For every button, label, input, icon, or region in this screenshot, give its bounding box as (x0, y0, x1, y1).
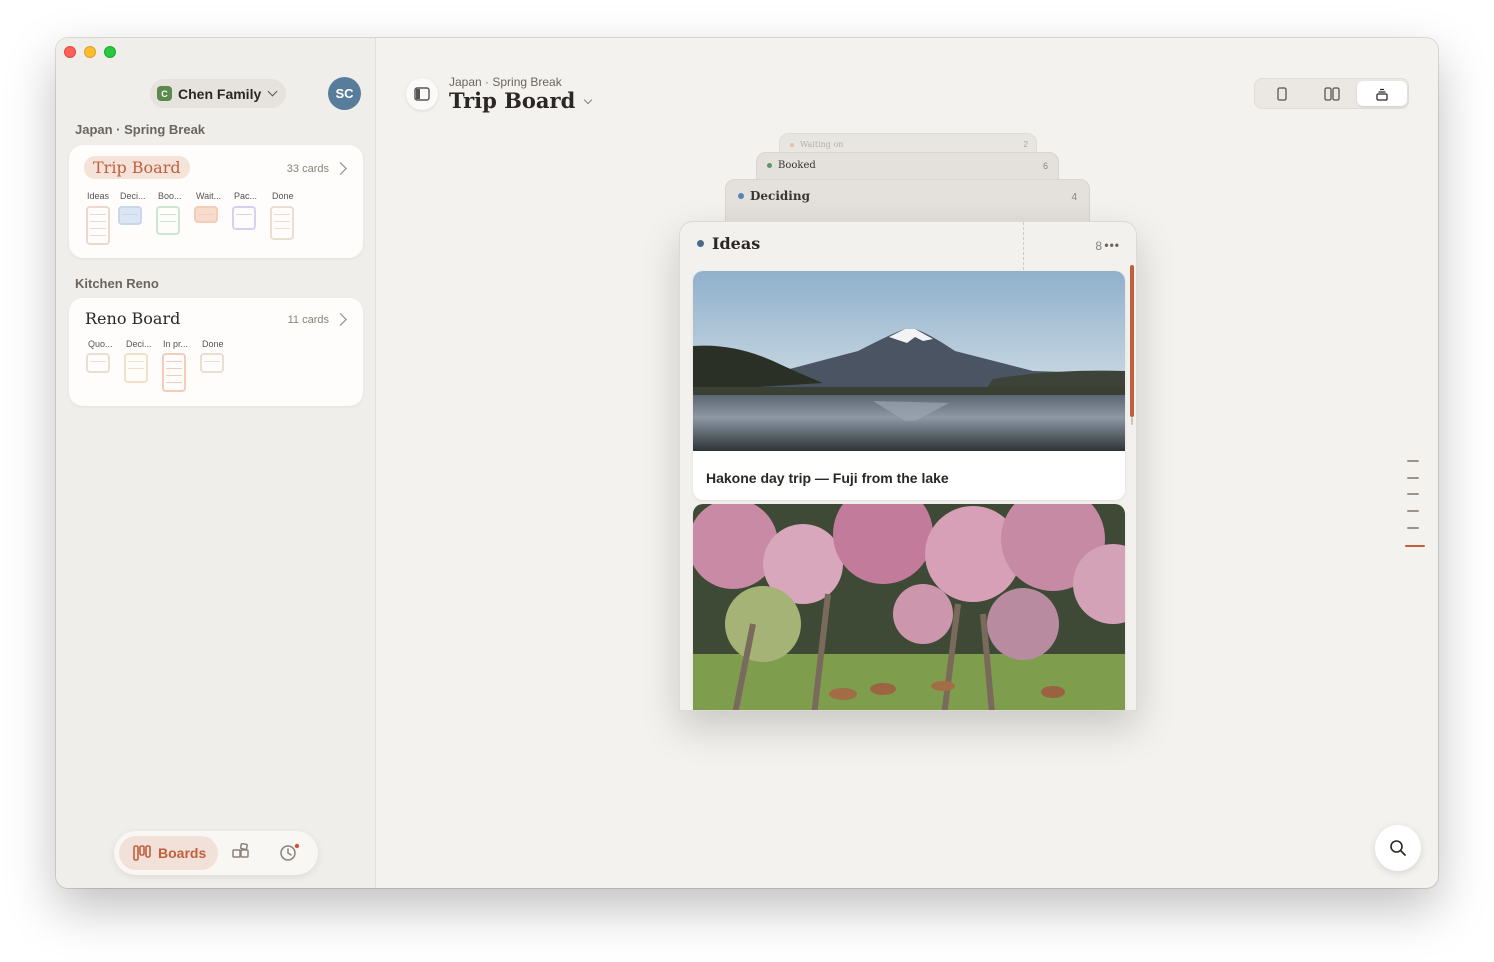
search-button[interactable] (1375, 825, 1421, 871)
chevron-right-icon (334, 313, 347, 326)
scrollbar-thumb[interactable] (1130, 265, 1134, 417)
sidebar-toggle-button[interactable] (406, 78, 438, 110)
column-title: Ideas (712, 234, 761, 253)
chevron-down-icon (267, 86, 278, 97)
scrubber-tick-active[interactable] (1405, 545, 1425, 547)
boards-icon (133, 845, 151, 861)
mini-column-stack (86, 206, 110, 245)
page-title[interactable]: Trip Board (449, 88, 593, 113)
stack-column-name: Deciding (750, 189, 810, 203)
mini-column-stack (194, 206, 218, 223)
board-card-count: 11 cards (287, 314, 329, 326)
app-window: C Chen Family SC Japan · Spring Break Tr… (56, 38, 1438, 888)
two-column-icon (1324, 86, 1340, 101)
view-two-column-button[interactable] (1307, 81, 1357, 106)
mini-column-stack (200, 353, 224, 373)
status-dot (767, 163, 772, 168)
avatar[interactable]: SC (328, 77, 361, 110)
column-header: Ideas (697, 234, 760, 253)
chevron-right-icon (334, 162, 347, 175)
view-stack-button[interactable] (1357, 81, 1407, 106)
board-card-trip[interactable]: Trip Board 33 cards Ideas Deci... Boo...… (69, 145, 363, 258)
single-column-icon (1277, 86, 1287, 101)
stack-column-name: Booked (778, 160, 816, 171)
mini-column-label: Deci... (120, 191, 146, 201)
section-label-kitchen: Kitchen Reno (75, 276, 159, 291)
board-card-reno[interactable]: Reno Board 11 cards Quo... Deci... In pr… (69, 298, 363, 406)
status-dot (738, 193, 744, 199)
stack-column-booked[interactable]: Booked 6 (756, 152, 1059, 182)
mini-column-label: Pac... (234, 191, 258, 201)
stack-column-count: 4 (1071, 192, 1077, 203)
scrollbar-track (1131, 417, 1133, 425)
board-title: Trip Board (84, 156, 190, 179)
mini-column-label: Wait... (196, 191, 222, 201)
scrubber-tick[interactable] (1407, 460, 1419, 462)
chevron-down-icon (584, 95, 593, 104)
mini-column-label: Ideas (87, 191, 110, 201)
card-photo-blossoms (693, 504, 1125, 710)
zoom-window-button[interactable] (104, 46, 116, 58)
more-icon[interactable]: ••• (1104, 238, 1120, 252)
stack-column-count: 6 (1042, 161, 1048, 171)
stack-column-label: Deciding (738, 189, 810, 203)
breadcrumb: Japan · Spring Break (449, 75, 562, 89)
section-label-japan: Japan · Spring Break (75, 122, 206, 137)
mini-column-label: Quo... (88, 339, 113, 349)
divider (1023, 222, 1024, 270)
minimize-window-button[interactable] (84, 46, 96, 58)
stack-column-name: Waiting on (800, 140, 844, 149)
mini-column-stack (118, 206, 142, 225)
stack-icon (1376, 88, 1388, 101)
tab-boards-label: Boards (158, 845, 207, 861)
scrubber-tick[interactable] (1407, 527, 1419, 529)
family-name: Chen Family (178, 85, 262, 102)
board-title: Reno Board (85, 309, 181, 328)
mini-column-stack (232, 206, 256, 230)
mini-column-stack (124, 353, 148, 383)
status-dot (790, 142, 794, 147)
card-title: Hakone day trip — Fuji from the lake (706, 470, 949, 486)
close-window-button[interactable] (64, 46, 76, 58)
view-single-column-button[interactable] (1257, 81, 1307, 106)
column-count: 8 (1095, 239, 1102, 253)
mini-column-label: Done (202, 339, 224, 349)
widgets-icon[interactable] (232, 843, 250, 861)
status-dot (697, 240, 704, 247)
stack-column-deciding[interactable]: Deciding 4 (725, 179, 1090, 225)
scrubber-tick[interactable] (1407, 493, 1419, 495)
mini-column-stack (270, 206, 294, 240)
idea-card[interactable]: Hakone day trip — Fuji from the lake (693, 271, 1125, 500)
mini-column-label: Boo... (158, 191, 182, 201)
stack-column-count: 2 (1023, 140, 1028, 149)
tab-boards[interactable]: Boards (119, 836, 218, 870)
scrubber-tick[interactable] (1407, 477, 1419, 479)
mini-column-stack (162, 353, 186, 392)
scrubber-tick[interactable] (1407, 510, 1419, 512)
stack-column-label: Waiting on (790, 140, 843, 149)
mini-column-label: Deci... (126, 339, 152, 349)
sidebar-toggle-icon (414, 87, 430, 101)
family-switcher[interactable]: C Chen Family (150, 79, 287, 108)
mini-column-stack (156, 206, 180, 235)
window-controls (64, 46, 116, 58)
view-mode-switch (1254, 78, 1409, 109)
sidebar: C Chen Family SC Japan · Spring Break Tr… (56, 38, 376, 888)
card-photo-fuji (693, 271, 1125, 451)
mini-column-stack (86, 353, 110, 373)
page-title-text: Trip Board (449, 88, 576, 113)
idea-card[interactable] (693, 504, 1125, 710)
mini-column-label: Done (272, 191, 294, 201)
board-card-count: 33 cards (286, 163, 329, 175)
search-icon (1390, 840, 1406, 856)
bottom-tab-bar: Boards (114, 831, 318, 875)
column-ideas: Ideas 8 ••• Hakone day trip — Fuji from … (679, 221, 1137, 711)
stack-column-label: Booked (767, 160, 816, 171)
family-icon: C (157, 86, 172, 101)
clock-icon[interactable] (279, 843, 301, 861)
mini-column-label: In pr... (163, 339, 189, 349)
